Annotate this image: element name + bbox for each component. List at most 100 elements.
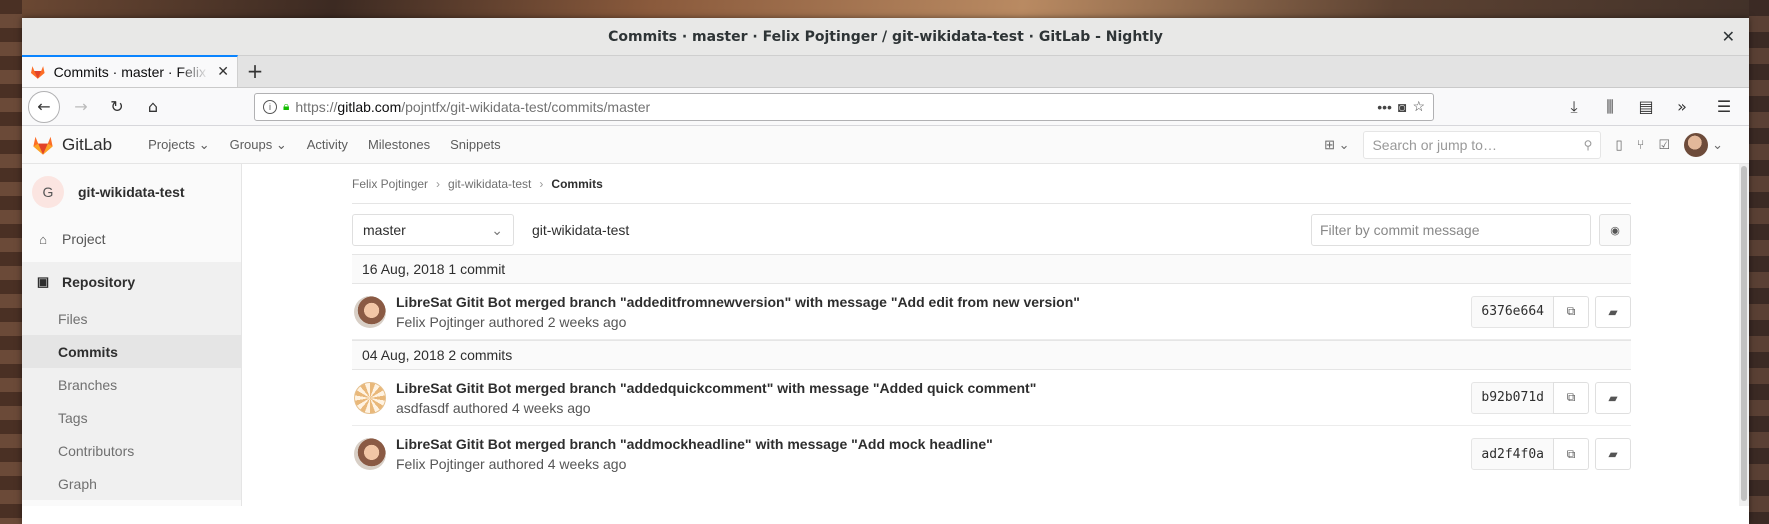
gitlab-top-nav: Projects ⌄ Groups ⌄ Activity Milestones … [138, 137, 511, 153]
sidebar-sub-commits[interactable]: Commits [22, 335, 241, 368]
sidebar-item-label: Repository [62, 274, 136, 290]
breadcrumb-repo[interactable]: git-wikidata-test [448, 177, 531, 191]
url-scheme: https:// [295, 98, 338, 115]
sidebar-sub-files[interactable]: Files [22, 302, 241, 335]
chevron-down-icon: ⌄ [1712, 136, 1723, 152]
main-content: Felix Pojtinger › git-wikidata-test › Co… [242, 164, 1749, 506]
commit-row: LibreSat Gitit Bot merged branch "addedi… [352, 284, 1631, 340]
window-titlebar: Commits · master · Felix Pojtinger / git… [22, 18, 1749, 56]
url-path: /pojntfx/git-wikidata-test/commits/maste… [401, 98, 651, 115]
nav-projects[interactable]: Projects ⌄ [138, 137, 220, 153]
library-icon[interactable]: ⫼ [1595, 92, 1625, 122]
page-actions-icon[interactable]: ••• [1377, 99, 1392, 115]
sidebar-project-header[interactable]: G git-wikidata-test [22, 164, 241, 220]
new-item-plus-icon[interactable]: ⊞ ⌄ [1324, 137, 1349, 153]
sidebar-item-label: Project [62, 231, 106, 247]
browse-files-icon[interactable]: ▰ [1595, 438, 1631, 470]
browser-tab-active[interactable]: Commits · master · Felix P ✕ [22, 55, 238, 87]
sidebar-sub-tags[interactable]: Tags [22, 401, 241, 434]
document-icon: ▣ [36, 274, 50, 289]
commits-filter-bar: master ⌄ git-wikidata-test ◉ [352, 214, 1631, 246]
commit-title[interactable]: LibreSat Gitit Bot merged branch "addmoc… [396, 436, 1471, 452]
nav-snippets[interactable]: Snippets [440, 137, 511, 153]
commit-row: LibreSat Gitit Bot merged branch "addedq… [352, 370, 1631, 426]
todos-icon[interactable]: ☑ [1658, 137, 1670, 153]
close-window-icon[interactable]: ✕ [1722, 27, 1735, 46]
url-bar[interactable]: i 🔒︎ https://gitlab.com/pojntfx/git-wiki… [254, 92, 1434, 121]
gitlab-body: G git-wikidata-test ⌂ Project ▣ Reposito… [22, 164, 1749, 506]
sidebar-toggle-icon[interactable]: ▤ [1631, 92, 1661, 122]
navigation-toolbar: ← → ↻ ⌂ i 🔒︎ https://gitlab.com/pojntfx/… [22, 88, 1749, 126]
chevron-right-icon: › [539, 177, 544, 191]
sidebar-item-project[interactable]: ⌂ Project [22, 220, 241, 258]
home-icon[interactable]: ⌂ [138, 92, 168, 122]
bookmark-star-icon[interactable]: ☆ [1412, 98, 1425, 115]
commit-title[interactable]: LibreSat Gitit Bot merged branch "addedq… [396, 380, 1471, 396]
rss-feed-icon[interactable]: ◉ [1599, 214, 1631, 246]
chevron-down-icon: ⌄ [275, 136, 287, 152]
merge-requests-icon[interactable]: ⑂ [1637, 137, 1645, 152]
page-scrollbar[interactable] [1739, 164, 1749, 506]
browse-files-icon[interactable]: ▰ [1595, 381, 1631, 414]
lock-icon: 🔒︎ [283, 99, 290, 113]
pocket-icon[interactable]: ◙ [1398, 99, 1406, 115]
search-input[interactable]: Search or jump to… ⚲ [1363, 130, 1602, 159]
breadcrumb: Felix Pojtinger › git-wikidata-test › Co… [352, 177, 603, 191]
commit-meta: Felix Pojtinger authored 2 weeks ago [396, 313, 627, 330]
sidebar-sub-contributors[interactable]: Contributors [22, 434, 241, 467]
commit-sha[interactable]: ad2f4f0a [1471, 438, 1554, 470]
hamburger-menu-icon[interactable]: ☰ [1709, 92, 1739, 122]
copy-sha-icon[interactable]: ⧉ [1553, 295, 1589, 328]
nav-milestones[interactable]: Milestones [358, 137, 440, 153]
gitlab-favicon-icon [30, 66, 45, 79]
copy-sha-icon[interactable]: ⧉ [1553, 381, 1589, 414]
commit-sha[interactable]: b92b071d [1471, 381, 1554, 414]
reload-icon[interactable]: ↻ [102, 92, 132, 122]
gitlab-brand: GitLab [62, 134, 113, 154]
branch-select-value: master [363, 222, 406, 238]
project-name: git-wikidata-test [78, 184, 185, 200]
home-icon: ⌂ [39, 231, 47, 247]
downloads-icon[interactable]: ⤓ [1559, 92, 1589, 122]
window-title: Commits · master · Felix Pojtinger / git… [608, 28, 1163, 45]
nav-groups[interactable]: Groups ⌄ [220, 137, 297, 153]
issues-icon[interactable]: ▯ [1615, 137, 1622, 153]
browse-files-icon[interactable]: ▰ [1595, 295, 1631, 328]
breadcrumb-owner[interactable]: Felix Pojtinger [352, 177, 428, 191]
site-info-icon[interactable]: i [263, 99, 277, 114]
gitlab-tanuki-icon [33, 136, 53, 155]
nav-activity[interactable]: Activity [297, 137, 358, 153]
sidebar-sub-graph[interactable]: Graph [22, 467, 241, 500]
commit-list: 16 Aug, 2018 1 commit LibreSat Gitit Bot… [352, 254, 1631, 482]
chevron-right-icon: › [436, 177, 441, 191]
commit-sha[interactable]: 6376e664 [1471, 295, 1554, 328]
overflow-chevron-icon[interactable]: » [1667, 92, 1697, 122]
desktop-background-right [1749, 0, 1769, 524]
tab-close-icon[interactable]: ✕ [217, 64, 229, 80]
new-tab-icon[interactable]: + [238, 55, 272, 87]
filter-commit-message-input[interactable] [1311, 214, 1591, 246]
author-avatar[interactable] [354, 438, 386, 470]
commit-title[interactable]: LibreSat Gitit Bot merged branch "addedi… [396, 294, 1471, 310]
sidebar-sub-branches[interactable]: Branches [22, 368, 241, 401]
scrollbar-thumb[interactable] [1741, 166, 1747, 501]
gitlab-logo[interactable]: GitLab [32, 134, 112, 156]
copy-sha-icon[interactable]: ⧉ [1553, 438, 1589, 470]
tab-strip: Commits · master · Felix P ✕ + [22, 55, 1749, 88]
back-arrow-icon[interactable]: ← [28, 90, 60, 123]
desktop-background-left [0, 0, 22, 524]
breadcrumb-current[interactable]: Commits [551, 177, 602, 191]
repo-name-label: git-wikidata-test [532, 222, 630, 238]
author-avatar[interactable] [354, 295, 386, 328]
url-host: gitlab.com [337, 98, 402, 115]
chevron-down-icon: ⌄ [491, 221, 503, 238]
user-menu[interactable]: ⌄ [1684, 132, 1723, 157]
project-avatar: G [32, 176, 64, 208]
sidebar-item-repository[interactable]: ▣ Repository [22, 262, 241, 302]
user-avatar [1684, 132, 1709, 157]
author-avatar[interactable] [354, 381, 386, 414]
forward-arrow-icon[interactable]: → [66, 92, 96, 122]
branch-select[interactable]: master ⌄ [352, 214, 514, 246]
project-sidebar: G git-wikidata-test ⌂ Project ▣ Reposito… [22, 164, 242, 506]
breadcrumb-divider [352, 203, 1631, 204]
